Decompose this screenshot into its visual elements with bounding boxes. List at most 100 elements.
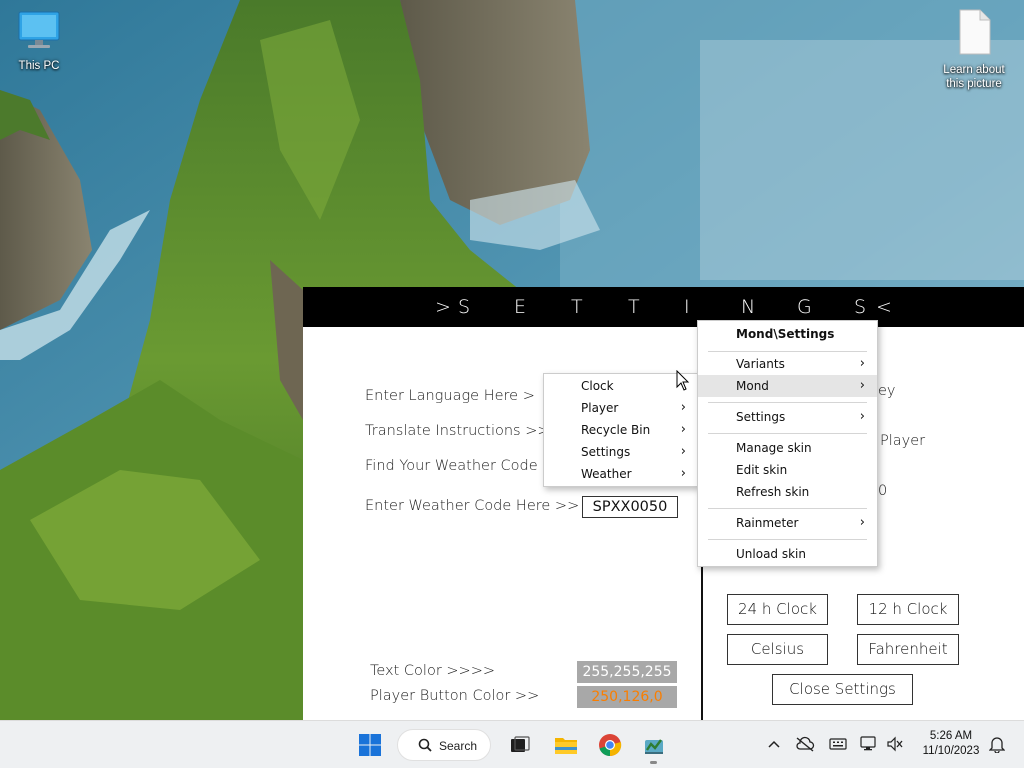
- menu-item-edit-skin[interactable]: Edit skin: [698, 459, 877, 481]
- speaker-muted-icon: [887, 736, 903, 752]
- clock-date: 11/10/2023: [922, 745, 980, 757]
- submenu-item-recycle-bin[interactable]: Recycle Bin ›: [544, 419, 698, 441]
- submenu-item-label: Clock: [581, 379, 614, 393]
- file-explorer-button[interactable]: [548, 727, 584, 763]
- notifications-button[interactable]: [986, 733, 1008, 755]
- skin-divider: [701, 547, 703, 720]
- player-button-color-input[interactable]: 250,126,0: [577, 686, 677, 708]
- keyboard-icon: [829, 738, 847, 750]
- network-tray-button[interactable]: [858, 733, 880, 755]
- menu-item-unload-skin[interactable]: Unload skin: [698, 543, 877, 565]
- learn-about-picture-label: Learn about this picture: [943, 64, 1005, 90]
- document-icon: [959, 9, 991, 55]
- menu-item-label: Manage skin: [736, 441, 812, 455]
- menu-item-label: Edit skin: [736, 463, 788, 477]
- chevron-right-icon: ›: [680, 444, 686, 459]
- rainmeter-taskbar-button[interactable]: [636, 727, 672, 763]
- chevron-right-icon: ›: [859, 356, 865, 371]
- menu-separator: [708, 402, 867, 403]
- menu-item-manage-skin[interactable]: Manage skin: [698, 437, 877, 459]
- monitor-icon: [18, 11, 60, 48]
- enter-weather-code-label: Enter Weather Code Here >>: [365, 498, 580, 514]
- submenu-item-label: Settings: [581, 445, 631, 459]
- title-letter: S: [854, 296, 867, 318]
- network-icon: [860, 736, 876, 751]
- keyboard-tray-button[interactable]: [827, 733, 849, 755]
- submenu-item-label: Weather: [581, 467, 632, 481]
- chevron-right-icon: ›: [680, 400, 686, 415]
- search-label: Search: [439, 739, 478, 753]
- menu-title-label: Mond\Settings: [736, 327, 835, 341]
- skin-header: > S E T T I N G S <: [303, 287, 1024, 327]
- menu-separator: [708, 351, 867, 352]
- submenu-item-clock[interactable]: Clock: [544, 375, 698, 397]
- enter-language-link[interactable]: Enter Language Here >: [365, 388, 535, 404]
- task-view-icon: [511, 736, 530, 752]
- show-hidden-icons-button[interactable]: [763, 733, 785, 755]
- menu-item-label: Mond: [736, 379, 769, 393]
- player-button-color-label: Player Button Color >>: [370, 688, 540, 704]
- title-letter: T: [571, 296, 583, 318]
- task-view-button[interactable]: [502, 727, 538, 763]
- submenu-item-label: Player: [581, 401, 619, 415]
- menu-item-label: Unload skin: [736, 547, 806, 561]
- close-settings-button[interactable]: Close Settings: [772, 674, 913, 705]
- title-letter: S: [458, 296, 471, 318]
- title-letter: <: [876, 296, 892, 318]
- title-letter: N: [741, 296, 756, 318]
- partial-label-key: ey: [878, 383, 896, 399]
- chevron-right-icon: ›: [859, 515, 865, 530]
- onedrive-tray-button[interactable]: [794, 733, 816, 755]
- taskbar-clock[interactable]: 5:26 AM 11/10/2023: [913, 729, 989, 759]
- title-letter: G: [797, 296, 812, 318]
- taskbar-search-box[interactable]: Search: [397, 729, 491, 761]
- text-color-label: Text Color >>>>: [370, 663, 495, 679]
- clock-time: 5:26 AM: [929, 730, 973, 742]
- taskbar: Search 5:26 AM 11/10/2023: [0, 720, 1024, 768]
- menu-item-variants[interactable]: Variants ›: [698, 353, 877, 375]
- find-weather-code-link[interactable]: Find Your Weather Code H: [365, 458, 553, 474]
- submenu-item-weather[interactable]: Weather ›: [544, 463, 698, 485]
- text-color-input[interactable]: 255,255,255: [577, 661, 677, 683]
- chevron-right-icon: ›: [680, 466, 686, 481]
- translate-instructions-link[interactable]: Translate Instructions >>: [365, 423, 550, 439]
- cloud-offline-icon: [796, 736, 815, 752]
- chrome-icon: [599, 734, 622, 757]
- rainmeter-icon: [645, 739, 663, 754]
- learn-about-picture-desktop-icon[interactable]: Learn about this picture: [936, 8, 1012, 91]
- menu-separator: [708, 508, 867, 509]
- partial-label-player: Player: [880, 433, 926, 449]
- menu-item-mond[interactable]: Mond ›: [698, 375, 877, 397]
- menu-item-rainmeter[interactable]: Rainmeter ›: [698, 512, 877, 534]
- submenu-item-settings[interactable]: Settings ›: [544, 441, 698, 463]
- skin-context-menu: Mond\Settings Variants › Mond › Settings…: [697, 320, 878, 567]
- menu-item-label: Rainmeter: [736, 516, 799, 530]
- volume-tray-button[interactable]: [884, 733, 906, 755]
- 24h-clock-button[interactable]: 24 h Clock: [727, 594, 828, 625]
- menu-item-settings[interactable]: Settings ›: [698, 406, 877, 428]
- menu-item-label: Refresh skin: [736, 485, 810, 499]
- title-letter: T: [628, 296, 640, 318]
- title-letter: I: [684, 296, 690, 318]
- chrome-button[interactable]: [592, 727, 628, 763]
- menu-item-refresh-skin[interactable]: Refresh skin: [698, 481, 877, 503]
- folder-icon: [555, 738, 577, 754]
- windows-logo-icon: [359, 734, 381, 756]
- bell-icon: [989, 737, 1005, 753]
- title-letter: E: [514, 296, 527, 318]
- fahrenheit-button[interactable]: Fahrenheit: [857, 634, 959, 665]
- settings-skin: > S E T T I N G S < Enter Language Here …: [303, 287, 1024, 720]
- celsius-button[interactable]: Celsius: [727, 634, 828, 665]
- submenu-item-player[interactable]: Player ›: [544, 397, 698, 419]
- partial-label-zero: 0: [878, 483, 888, 499]
- chevron-right-icon: ›: [859, 378, 865, 393]
- menu-separator: [708, 539, 867, 540]
- chevron-right-icon: ›: [859, 409, 865, 424]
- start-button[interactable]: [352, 727, 388, 763]
- this-pc-desktop-icon[interactable]: This PC: [1, 10, 77, 73]
- search-icon: [418, 738, 432, 752]
- weather-code-input[interactable]: SPXX0050: [582, 496, 678, 518]
- 12h-clock-button[interactable]: 12 h Clock: [857, 594, 959, 625]
- chevron-right-icon: ›: [680, 422, 686, 437]
- menu-title-mond-settings[interactable]: Mond\Settings: [698, 323, 877, 345]
